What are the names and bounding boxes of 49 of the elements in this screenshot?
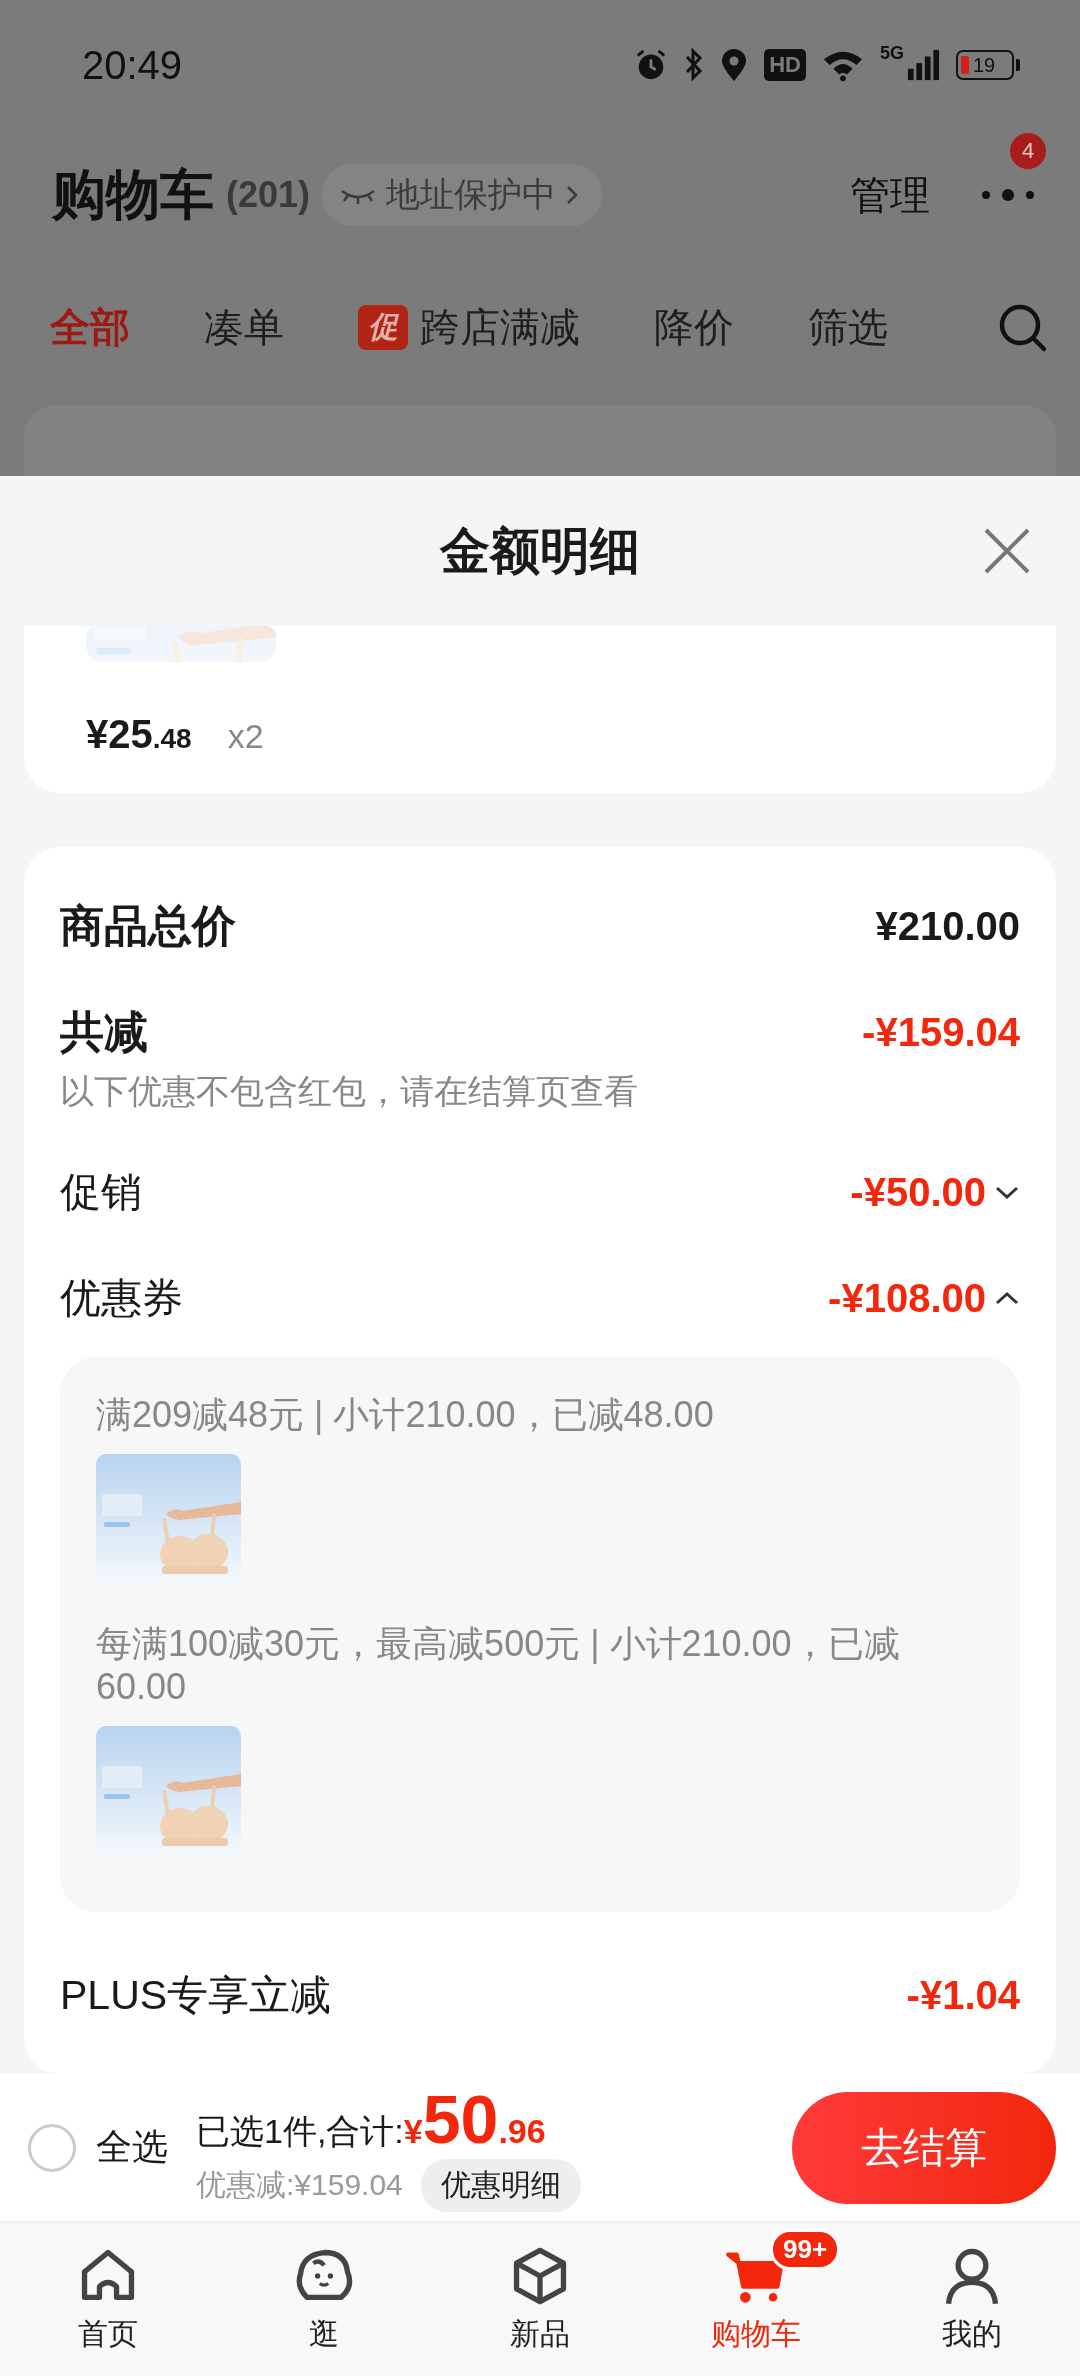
- sheet-title: 金额明细: [440, 521, 640, 581]
- close-icon[interactable]: [982, 526, 1032, 576]
- quantity: x2: [227, 717, 264, 756]
- status-time: 20:49: [82, 42, 184, 88]
- page-title: 购物车: [52, 162, 214, 226]
- network-type: 5G: [880, 43, 904, 64]
- summary-label: 已选1件,合计:: [196, 2110, 404, 2152]
- total-price: ¥50.96: [403, 2083, 546, 2154]
- nav-tab[interactable]: 购物车 99+: [648, 2223, 864, 2376]
- cart-count-badge: 99+: [770, 2229, 841, 2270]
- filter-tab[interactable]: 凑单: [204, 300, 284, 355]
- row-label: 优惠券: [60, 1273, 183, 1323]
- note-text: 以下优惠不包含红包，请在结算页查看: [60, 1071, 639, 1112]
- discount-total: 优惠减:¥159.04: [196, 2166, 403, 2203]
- row-label: 共减: [60, 1005, 148, 1058]
- location-icon: [720, 47, 749, 83]
- notification-badge: 4: [1010, 133, 1046, 169]
- nav-tab[interactable]: 首页: [0, 2223, 216, 2376]
- coupon-rule-text: 每满100减30元，最高减500元 | 小计210.00，已减60.00: [96, 1622, 901, 1708]
- coupon-rule-text: 满209减48元 | 小计210.00，已减48.00: [96, 1393, 715, 1436]
- nav-tab[interactable]: 逛: [216, 2223, 432, 2376]
- bluetooth-icon: [684, 47, 705, 83]
- amount: -¥159.04: [862, 1009, 1020, 1055]
- checkout-button[interactable]: 去结算: [792, 2091, 1056, 2204]
- chevron-down-icon[interactable]: [994, 1184, 1020, 1200]
- nav-tab[interactable]: 新品: [432, 2223, 648, 2376]
- signal-icon: [906, 47, 940, 83]
- row-label: PLUS专享立减: [60, 1970, 332, 2020]
- item-count: (201): [226, 174, 311, 216]
- promo-tag: 促: [358, 305, 408, 350]
- manage-link[interactable]: 管理: [850, 167, 930, 223]
- address-protection-badge[interactable]: 地址保护中: [322, 164, 603, 226]
- unit-price: ¥25.48: [86, 712, 192, 757]
- hd-indicator: HD: [764, 49, 806, 81]
- amount: -¥1.04: [906, 1972, 1020, 2018]
- battery-indicator: 19: [956, 50, 1020, 80]
- select-all-checkbox[interactable]: [28, 2123, 76, 2172]
- amount: ¥210.00: [875, 903, 1020, 949]
- amount: -¥50.00: [850, 1169, 986, 1215]
- discount-detail-button[interactable]: 优惠明细: [420, 2158, 581, 2212]
- row-label: 商品总价: [60, 899, 236, 952]
- nav-tab[interactable]: 我的: [864, 2223, 1080, 2376]
- row-label: 促销: [60, 1167, 142, 1217]
- filter-tab[interactable]: 降价: [654, 300, 734, 355]
- select-all-label: 全选: [96, 2125, 168, 2169]
- filter-tab[interactable]: 筛选: [808, 300, 888, 355]
- filter-tab[interactable]: 促 跨店满减: [358, 300, 580, 355]
- amount: -¥108.00: [828, 1275, 986, 1321]
- chevron-up-icon[interactable]: [994, 1290, 1020, 1306]
